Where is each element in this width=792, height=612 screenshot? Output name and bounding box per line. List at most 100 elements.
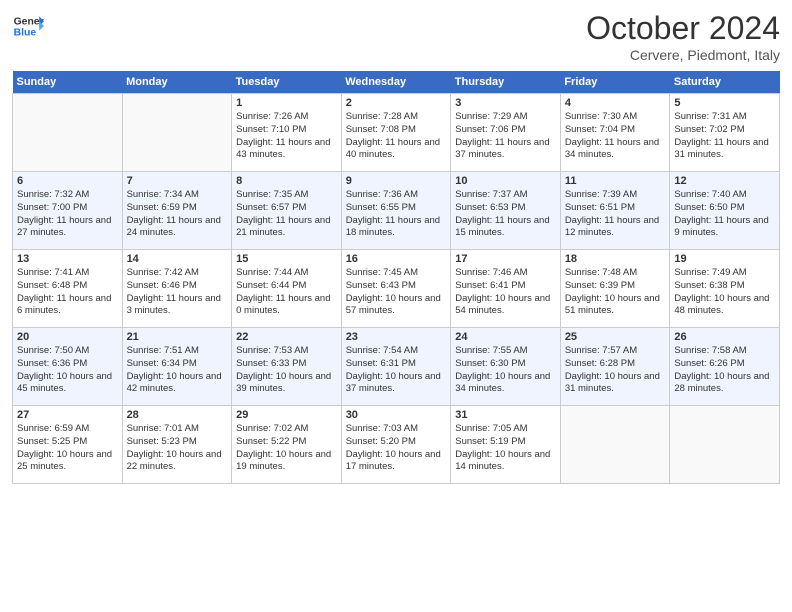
day-number: 11 <box>565 175 666 187</box>
calendar-cell: 12Sunrise: 7:40 AM Sunset: 6:50 PM Dayli… <box>670 172 780 250</box>
header-sunday: Sunday <box>13 71 123 94</box>
title-block: October 2024 Cervere, Piedmont, Italy <box>586 10 780 63</box>
day-number: 21 <box>127 331 228 343</box>
calendar-cell: 7 Sunrise: 7:34 AM Sunset: 6:59 PM Daylig… <box>122 172 232 250</box>
day-number: 25 <box>565 331 666 343</box>
day-info: Sunrise: 7:26 AM Sunset: 7:10 PM Dayligh… <box>236 111 337 162</box>
calendar-cell: 30Sunrise: 7:03 AM Sunset: 5:20 PM Dayli… <box>341 406 451 484</box>
page-container: General Blue October 2024 Cervere, Piedm… <box>0 0 792 490</box>
weekday-header-row: Sunday Monday Tuesday Wednesday Thursday… <box>13 71 780 94</box>
day-number: 9 <box>346 175 447 187</box>
day-info: Sunrise: 7:32 AM Sunset: 7:00 PM Dayligh… <box>17 189 118 240</box>
calendar-cell: 5Sunrise: 7:31 AM Sunset: 7:02 PM Daylig… <box>670 94 780 172</box>
day-info: Sunrise: 7:37 AM Sunset: 6:53 PM Dayligh… <box>455 189 556 240</box>
calendar-cell: 3 Sunrise: 7:29 AM Sunset: 7:06 PM Daylig… <box>451 94 561 172</box>
calendar-cell: 19 Sunrise: 7:49 AM Sunset: 6:38 PM Dayli… <box>670 250 780 328</box>
day-info: Sunrise: 7:54 AM Sunset: 6:31 PM Dayligh… <box>346 345 447 396</box>
calendar-cell: 23 Sunrise: 7:54 AM Sunset: 6:31 PM Dayli… <box>341 328 451 406</box>
day-info: Sunrise: 7:55 AM Sunset: 6:30 PM Dayligh… <box>455 345 556 396</box>
day-number: 27 <box>17 409 118 421</box>
calendar-cell <box>560 406 670 484</box>
day-info: Sunrise: 7:30 AM Sunset: 7:04 PM Dayligh… <box>565 111 666 162</box>
day-info: Sunrise: 7:35 AM Sunset: 6:57 PM Dayligh… <box>236 189 337 240</box>
calendar-cell: 17Sunrise: 7:46 AM Sunset: 6:41 PM Dayli… <box>451 250 561 328</box>
day-info: Sunrise: 7:58 AM Sunset: 6:26 PM Dayligh… <box>674 345 775 396</box>
day-number: 2 <box>346 97 447 109</box>
calendar-cell: 26 Sunrise: 7:58 AM Sunset: 6:26 PM Dayli… <box>670 328 780 406</box>
day-number: 7 <box>127 175 228 187</box>
logo-icon: General Blue <box>12 10 44 42</box>
calendar-table: Sunday Monday Tuesday Wednesday Thursday… <box>12 71 780 484</box>
week-row-3: 13 Sunrise: 7:41 AM Sunset: 6:48 PM Dayli… <box>13 250 780 328</box>
day-number: 18 <box>565 253 666 265</box>
calendar-cell: 10 Sunrise: 7:37 AM Sunset: 6:53 PM Dayli… <box>451 172 561 250</box>
day-number: 28 <box>127 409 228 421</box>
day-info: Sunrise: 7:28 AM Sunset: 7:08 PM Dayligh… <box>346 111 447 162</box>
calendar-cell: 4 Sunrise: 7:30 AM Sunset: 7:04 PM Daylig… <box>560 94 670 172</box>
day-info: Sunrise: 6:59 AM Sunset: 5:25 PM Dayligh… <box>17 423 118 474</box>
day-number: 4 <box>565 97 666 109</box>
header-wednesday: Wednesday <box>341 71 451 94</box>
day-info: Sunrise: 7:29 AM Sunset: 7:06 PM Dayligh… <box>455 111 556 162</box>
calendar-cell: 28 Sunrise: 7:01 AM Sunset: 5:23 PM Dayli… <box>122 406 232 484</box>
day-info: Sunrise: 7:39 AM Sunset: 6:51 PM Dayligh… <box>565 189 666 240</box>
day-info: Sunrise: 7:34 AM Sunset: 6:59 PM Dayligh… <box>127 189 228 240</box>
day-number: 15 <box>236 253 337 265</box>
day-info: Sunrise: 7:05 AM Sunset: 5:19 PM Dayligh… <box>455 423 556 474</box>
day-number: 31 <box>455 409 556 421</box>
calendar-cell: 18 Sunrise: 7:48 AM Sunset: 6:39 PM Dayli… <box>560 250 670 328</box>
day-number: 6 <box>17 175 118 187</box>
header-saturday: Saturday <box>670 71 780 94</box>
day-number: 20 <box>17 331 118 343</box>
day-info: Sunrise: 7:44 AM Sunset: 6:44 PM Dayligh… <box>236 267 337 318</box>
day-info: Sunrise: 7:45 AM Sunset: 6:43 PM Dayligh… <box>346 267 447 318</box>
calendar-cell: 8Sunrise: 7:35 AM Sunset: 6:57 PM Daylig… <box>232 172 342 250</box>
day-info: Sunrise: 7:03 AM Sunset: 5:20 PM Dayligh… <box>346 423 447 474</box>
week-row-2: 6 Sunrise: 7:32 AM Sunset: 7:00 PM Daylig… <box>13 172 780 250</box>
calendar-cell: 22 Sunrise: 7:53 AM Sunset: 6:33 PM Dayli… <box>232 328 342 406</box>
calendar-cell: 16 Sunrise: 7:45 AM Sunset: 6:43 PM Dayli… <box>341 250 451 328</box>
day-number: 12 <box>674 175 775 187</box>
day-info: Sunrise: 7:02 AM Sunset: 5:22 PM Dayligh… <box>236 423 337 474</box>
location: Cervere, Piedmont, Italy <box>586 47 780 63</box>
day-info: Sunrise: 7:31 AM Sunset: 7:02 PM Dayligh… <box>674 111 775 162</box>
day-info: Sunrise: 7:36 AM Sunset: 6:55 PM Dayligh… <box>346 189 447 240</box>
day-number: 23 <box>346 331 447 343</box>
svg-text:Blue: Blue <box>14 28 37 39</box>
header-monday: Monday <box>122 71 232 94</box>
calendar-cell: 15 Sunrise: 7:44 AM Sunset: 6:44 PM Dayli… <box>232 250 342 328</box>
calendar-cell <box>670 406 780 484</box>
header-tuesday: Tuesday <box>232 71 342 94</box>
day-number: 19 <box>674 253 775 265</box>
day-number: 10 <box>455 175 556 187</box>
calendar-cell: 13 Sunrise: 7:41 AM Sunset: 6:48 PM Dayli… <box>13 250 123 328</box>
header: General Blue October 2024 Cervere, Piedm… <box>12 10 780 63</box>
day-number: 22 <box>236 331 337 343</box>
calendar-cell: 24 Sunrise: 7:55 AM Sunset: 6:30 PM Dayli… <box>451 328 561 406</box>
calendar-cell: 1 Sunrise: 7:26 AM Sunset: 7:10 PM Daylig… <box>232 94 342 172</box>
day-info: Sunrise: 7:51 AM Sunset: 6:34 PM Dayligh… <box>127 345 228 396</box>
day-info: Sunrise: 7:41 AM Sunset: 6:48 PM Dayligh… <box>17 267 118 318</box>
day-number: 26 <box>674 331 775 343</box>
calendar-cell: 27 Sunrise: 6:59 AM Sunset: 5:25 PM Dayli… <box>13 406 123 484</box>
header-friday: Friday <box>560 71 670 94</box>
calendar-cell: 11 Sunrise: 7:39 AM Sunset: 6:51 PM Dayli… <box>560 172 670 250</box>
month-title: October 2024 <box>586 10 780 47</box>
calendar-cell: 14Sunrise: 7:42 AM Sunset: 6:46 PM Dayli… <box>122 250 232 328</box>
calendar-cell: 20 Sunrise: 7:50 AM Sunset: 6:36 PM Dayli… <box>13 328 123 406</box>
day-number: 3 <box>455 97 556 109</box>
calendar-cell: 21 Sunrise: 7:51 AM Sunset: 6:34 PM Dayli… <box>122 328 232 406</box>
day-number: 1 <box>236 97 337 109</box>
day-number: 13 <box>17 253 118 265</box>
calendar-cell <box>13 94 123 172</box>
day-number: 29 <box>236 409 337 421</box>
day-number: 17 <box>455 253 556 265</box>
day-info: Sunrise: 7:53 AM Sunset: 6:33 PM Dayligh… <box>236 345 337 396</box>
day-number: 16 <box>346 253 447 265</box>
day-info: Sunrise: 7:50 AM Sunset: 6:36 PM Dayligh… <box>17 345 118 396</box>
day-info: Sunrise: 7:01 AM Sunset: 5:23 PM Dayligh… <box>127 423 228 474</box>
day-info: Sunrise: 7:49 AM Sunset: 6:38 PM Dayligh… <box>674 267 775 318</box>
day-info: Sunrise: 7:48 AM Sunset: 6:39 PM Dayligh… <box>565 267 666 318</box>
day-number: 24 <box>455 331 556 343</box>
calendar-cell: 9 Sunrise: 7:36 AM Sunset: 6:55 PM Daylig… <box>341 172 451 250</box>
